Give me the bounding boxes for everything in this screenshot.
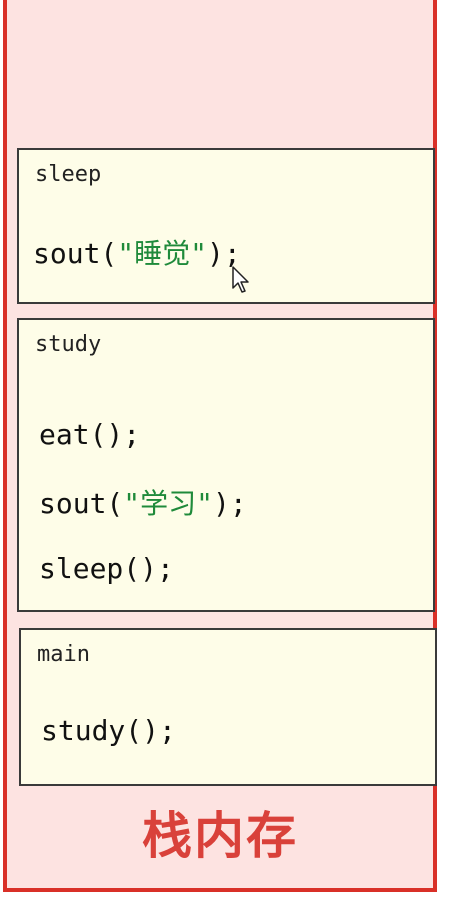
code-text: sout(	[33, 237, 118, 270]
code-line: study();	[41, 714, 176, 747]
code-line: sout("睡觉");	[33, 232, 241, 272]
stack-memory-container: sleep sout("睡觉"); study eat(); sout("学习"…	[3, 0, 437, 892]
stack-memory-label: 栈内存	[142, 807, 298, 865]
code-text: study();	[41, 714, 176, 747]
code-text: sleep();	[39, 552, 174, 585]
code-text: );	[213, 487, 247, 520]
frame-name-main: main	[37, 642, 90, 667]
string-literal: "睡觉"	[117, 237, 208, 270]
string-literal: "学习"	[123, 487, 214, 520]
frame-name-study: study	[35, 332, 102, 357]
code-line: sleep();	[39, 552, 174, 585]
code-text: eat();	[39, 418, 141, 451]
stack-frame-study: study eat(); sout("学习"); sleep();	[17, 318, 435, 612]
code-line: eat();	[39, 418, 140, 451]
code-text: sout(	[39, 487, 124, 520]
stack-frame-sleep: sleep sout("睡觉");	[17, 148, 435, 304]
code-line: sout("学习");	[39, 482, 247, 522]
mouse-pointer-icon	[232, 266, 249, 293]
frame-name-sleep: sleep	[35, 162, 102, 187]
stack-frame-main: main study();	[19, 628, 437, 786]
